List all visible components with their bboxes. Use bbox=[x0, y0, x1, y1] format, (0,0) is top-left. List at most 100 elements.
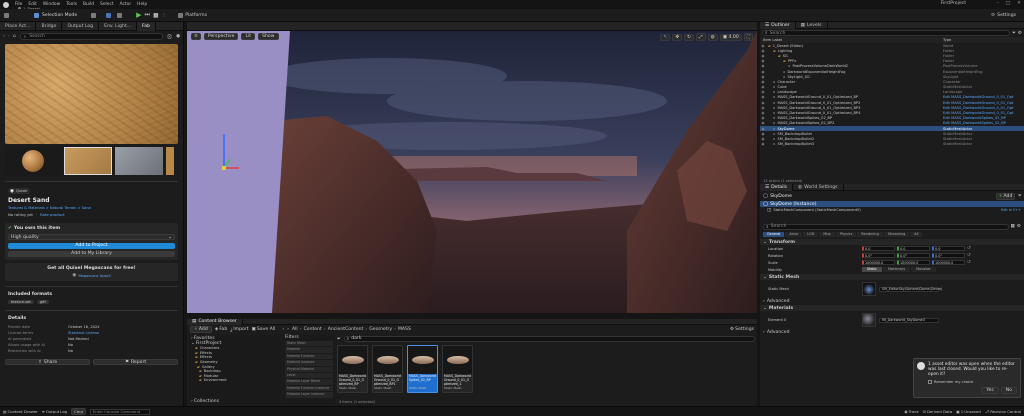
details-tab[interactable]: ◍ World Settings bbox=[793, 183, 844, 191]
asset-search-box[interactable]: ⌕ dark bbox=[343, 335, 755, 342]
filter-item[interactable]: Material Layer Blend bbox=[285, 379, 333, 385]
world-local-icon[interactable]: ◍ bbox=[707, 33, 718, 41]
reset-icon[interactable]: ↺ bbox=[967, 260, 971, 265]
unsaved-button[interactable]: ▣ 1 Unsaved bbox=[956, 409, 981, 414]
rate-product-link[interactable]: Rate product bbox=[40, 212, 65, 217]
minimize-icon[interactable]: – bbox=[997, 1, 999, 6]
nav-back-icon[interactable]: ‹ bbox=[282, 327, 284, 332]
move-tool-icon[interactable]: ✥ bbox=[672, 33, 683, 41]
megascans-link[interactable]: Megascans Upsell bbox=[78, 274, 110, 278]
transform-row-label[interactable]: Scale bbox=[768, 261, 862, 265]
left-tab[interactable]: Output Log bbox=[62, 21, 100, 31]
save-all-button[interactable]: ▣ Save All bbox=[252, 327, 276, 332]
detail-value[interactable]: Standard License bbox=[68, 331, 99, 335]
lit-button[interactable]: Lit bbox=[241, 33, 256, 40]
outliner-filter-icon[interactable]: ⏷ bbox=[1012, 30, 1016, 36]
asset-tile[interactable]: MASS_DarkworldGround_0_01_Optimized_BP1 S… bbox=[372, 345, 403, 393]
transform-field-z[interactable]: 0.0 bbox=[932, 246, 965, 251]
nav-forward-icon[interactable]: › bbox=[287, 327, 289, 332]
play-icon[interactable]: ▶ bbox=[136, 11, 141, 19]
col-item-label[interactable]: Item Label bbox=[763, 38, 943, 42]
import-button[interactable]: ⤓ Import bbox=[230, 327, 248, 333]
left-tab[interactable]: Bridge bbox=[36, 21, 63, 31]
cmd-dropdown[interactable]: Cmd bbox=[71, 408, 86, 415]
outliner-row[interactable]: ◉ ▫ MASS_DarkworldGround_0_01_Optimized_BP… bbox=[760, 100, 1024, 105]
toolbar-settings[interactable]: ⚙ Settings bbox=[991, 13, 1016, 18]
details-filter-tab[interactable]: General bbox=[763, 232, 785, 237]
details-search-box[interactable]: ⌕ Search bbox=[763, 223, 1009, 230]
outliner-item-type[interactable]: Edit MASS_DarkworldSpikes_02_BP bbox=[943, 116, 1006, 120]
filter-item[interactable]: Material Function Instance bbox=[285, 385, 333, 392]
outliner-item-type[interactable]: Edit MASS_DarkworldSpikes_02_BP bbox=[943, 121, 1006, 125]
details-gear-icon[interactable]: ⚙ bbox=[1017, 224, 1021, 229]
report-button[interactable]: ⚑ Report bbox=[93, 359, 178, 365]
home-icon[interactable]: ⌂ bbox=[13, 34, 16, 39]
menu-item[interactable]: Help bbox=[137, 2, 147, 7]
forward-icon[interactable]: › bbox=[8, 34, 10, 39]
cart-icon[interactable]: ⛒ bbox=[167, 34, 172, 40]
checkbox[interactable] bbox=[928, 379, 932, 384]
outliner-tab[interactable]: ▦ Levels bbox=[796, 21, 828, 29]
maximize-viewport-icon[interactable]: ⛶ bbox=[743, 33, 753, 41]
outliner-search-box[interactable]: ⌕ Search bbox=[762, 30, 1011, 36]
add-to-library-button[interactable]: Add to My Library bbox=[8, 251, 175, 257]
scale-tool-icon[interactable]: ⤢ bbox=[696, 33, 706, 41]
outliner-row[interactable]: ◉ ▫ MASS_DarkworldGround_0_01_Optimized_BP… bbox=[760, 110, 1024, 115]
asset-tile[interactable]: MASS_DarkworldSpikes_02_BP Static Mesh bbox=[407, 345, 438, 393]
filter-item[interactable]: Level bbox=[285, 372, 333, 379]
asset-breadcrumb[interactable]: Textures & Materials > Natural Terrain >… bbox=[8, 206, 175, 210]
transform-field-x[interactable]: 0.0° bbox=[862, 253, 895, 258]
outliner-row[interactable]: ◉ ▫ MASS_DarkworldSpikes_02_BP Edit MASS_Da… bbox=[760, 116, 1024, 121]
filter-item[interactable]: Material bbox=[285, 347, 333, 353]
blueprint-icon[interactable] bbox=[106, 12, 112, 18]
details-filter-tab[interactable]: Actor bbox=[785, 232, 803, 237]
outliner-row[interactable]: ◉ ▫ SM_BackdropBullet3 StaticMeshActor bbox=[760, 142, 1024, 147]
path-segment[interactable]: AncientContent bbox=[328, 327, 364, 332]
transform-field-z[interactable]: 1000000.0 bbox=[932, 260, 965, 265]
transform-field-z[interactable]: 0.0° bbox=[932, 253, 965, 258]
camera-speed-button[interactable]: ▣ 4.00 bbox=[719, 33, 742, 41]
filter-item[interactable]: Material Instance bbox=[285, 360, 333, 366]
details-add-button[interactable]: + Add bbox=[995, 192, 1016, 200]
left-tab[interactable]: Place Act... bbox=[0, 21, 37, 31]
outliner-row[interactable]: ◉ ▫ MASS_DarkworldSpikes_02_BP2 Edit MASS_D… bbox=[760, 121, 1024, 126]
menu-item[interactable]: Build bbox=[83, 2, 94, 7]
path-segment[interactable]: All bbox=[292, 327, 298, 332]
outliner-item-type[interactable]: Edit MASS_DarkworldGround_0_01_Opt bbox=[943, 111, 1013, 115]
outliner-row[interactable]: ◉ ▫ MASS_DarkworldGround_0_01_Optimized_BP… bbox=[760, 95, 1024, 100]
static-mesh-picker[interactable]: SM_EditorSky(Sphere)Dome(Geom) bbox=[879, 286, 942, 292]
menu-item[interactable]: Window bbox=[43, 2, 60, 7]
thumbnail-texture-normal[interactable] bbox=[115, 147, 163, 175]
step-icon[interactable]: ⏭ bbox=[145, 11, 150, 19]
select-tool-icon[interactable]: ↖ bbox=[660, 33, 671, 41]
transform-row-label[interactable]: Location bbox=[768, 247, 862, 251]
selection-mode-dropdown[interactable]: Selection Mode bbox=[42, 13, 77, 18]
outliner-tab[interactable]: ☰ Outliner bbox=[760, 21, 796, 29]
remember-row[interactable]: Remember my choice bbox=[928, 379, 1017, 384]
material-picker[interactable]: MI_Darkworld_SkyDome3 bbox=[879, 317, 939, 323]
transform-field-x[interactable]: 1000000.0 bbox=[862, 260, 895, 265]
thumbnail-sphere[interactable] bbox=[5, 147, 61, 175]
outliner-item-type[interactable]: Edit MASS_DarkworldGround_0_01_Opt bbox=[943, 95, 1013, 99]
mobility-option[interactable]: Movable bbox=[911, 267, 936, 272]
advanced-row-2[interactable]: › Advanced bbox=[760, 329, 1024, 335]
cinematics-icon[interactable] bbox=[117, 12, 123, 18]
output-log-button[interactable]: ≡ Output Log bbox=[42, 409, 67, 414]
mode-icon[interactable] bbox=[34, 12, 39, 18]
toast-no-button[interactable]: No bbox=[1000, 387, 1017, 394]
options-icon[interactable]: ⋮ bbox=[162, 13, 167, 18]
trace-button[interactable]: ◉ Trace bbox=[904, 409, 918, 414]
reset-icon[interactable]: ↺ bbox=[967, 246, 971, 251]
add-button[interactable]: + Add bbox=[190, 326, 212, 333]
add-to-project-button[interactable]: Add to Project bbox=[8, 243, 175, 249]
quixel-badge[interactable]: ◉ Quixel bbox=[8, 188, 30, 194]
level-viewport[interactable]: ≡ Perspective Lit Show ↖ ✥ ↻ ⤢ ◍ ▣ 4.00 … bbox=[187, 31, 757, 313]
mobility-option[interactable]: Stationary bbox=[882, 267, 911, 272]
details-filter-tab[interactable]: LOD bbox=[803, 232, 819, 237]
cb-settings-button[interactable]: ⚙ Settings bbox=[730, 327, 754, 332]
outliner-row[interactable]: ◉ ▫ MASS_DarkworldGround_0_01_Optimized_BP… bbox=[760, 105, 1024, 110]
content-drawer-button[interactable]: ▤ Content Drawer bbox=[3, 409, 38, 414]
material-thumb[interactable] bbox=[862, 313, 876, 327]
perspective-button[interactable]: Perspective bbox=[203, 33, 239, 40]
component-child-row[interactable]: ◫ StaticMeshComponent (StaticMeshCompone… bbox=[760, 207, 1024, 213]
